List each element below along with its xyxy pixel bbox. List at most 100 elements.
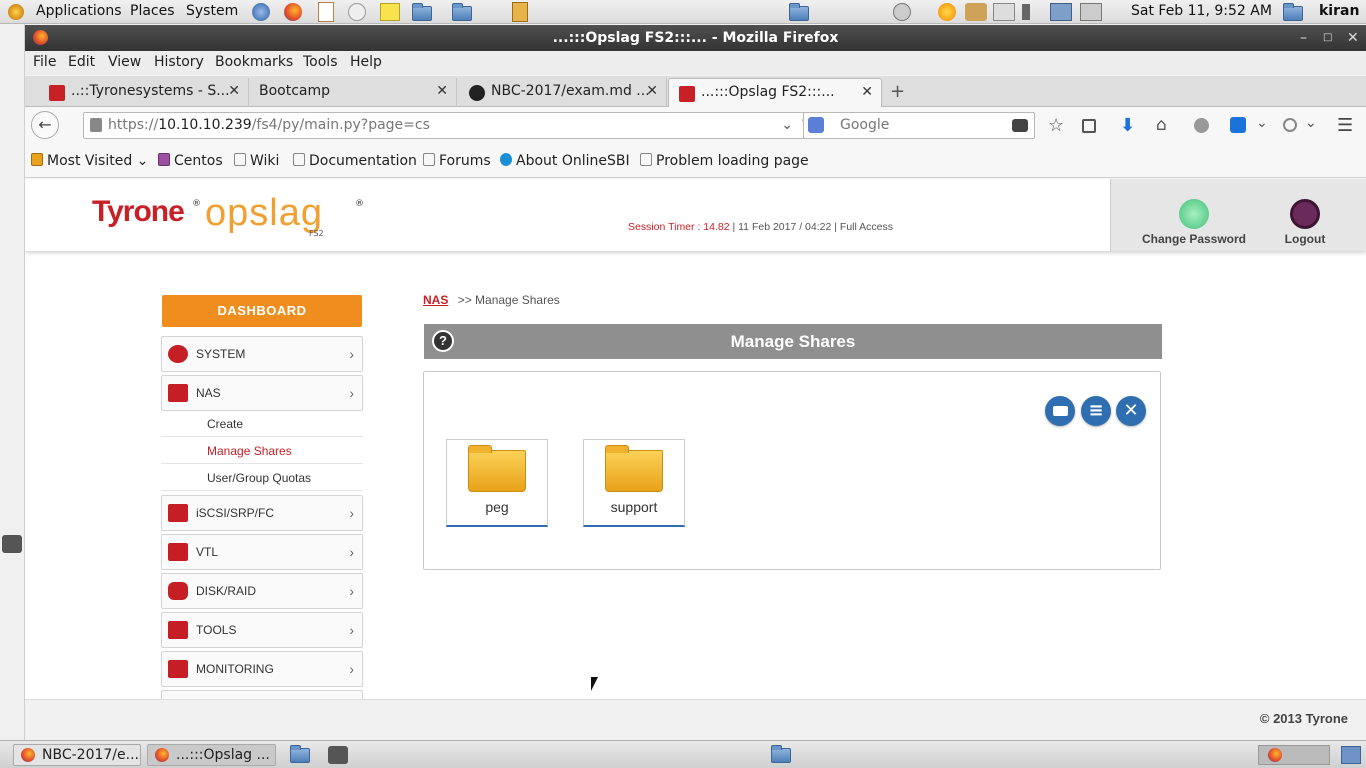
open-folder-button[interactable] — [1045, 396, 1075, 426]
tab-close-icon[interactable]: ✕ — [228, 78, 240, 104]
google-icon[interactable] — [808, 117, 824, 133]
info-icon[interactable] — [90, 118, 102, 132]
tab-opslag[interactable]: ...:::Opslag FS2:::... ✕ — [668, 78, 882, 107]
share-item[interactable]: support — [583, 439, 685, 527]
minimize-icon[interactable]: – — [1300, 25, 1307, 51]
search-input[interactable]: Google — [803, 112, 1035, 139]
bookmark-problem-loading[interactable]: Problem loading page — [640, 153, 809, 169]
tab-tyronesystems[interactable]: ..::Tyronesystems - S... ✕ — [25, 78, 249, 107]
delete-button[interactable]: ✕ — [1116, 396, 1146, 426]
clock-launcher-icon[interactable] — [348, 3, 366, 21]
change-password-button[interactable]: Change Password — [1139, 199, 1249, 246]
printer-icon[interactable] — [1080, 3, 1102, 21]
tab-close-icon[interactable]: ✕ — [861, 79, 873, 105]
clock-datetime[interactable]: Sat Feb 11, 9:52 AM — [1131, 3, 1272, 19]
folder-launcher-icon[interactable] — [412, 3, 432, 21]
bookmark-forums[interactable]: Forums — [423, 153, 491, 169]
help-icon[interactable]: ? — [432, 330, 454, 352]
nav-vtl[interactable]: VTL › — [161, 534, 363, 570]
folder-icon[interactable] — [290, 745, 310, 763]
sub-user-group-quotas[interactable]: User/Group Quotas — [161, 465, 363, 491]
sync-icon[interactable] — [1283, 118, 1297, 132]
chevron-right-icon: › — [349, 544, 354, 560]
browser-launcher-icon[interactable] — [252, 3, 270, 21]
database-icon — [168, 582, 188, 600]
archive-launcher-icon[interactable] — [512, 2, 528, 22]
dashboard-button[interactable]: DASHBOARD — [162, 295, 362, 327]
taskbar-window-github[interactable]: NBC-2017/e... — [13, 744, 141, 766]
folder-launcher-icon[interactable] — [452, 3, 472, 21]
bookmark-centos[interactable]: Centos — [158, 153, 223, 169]
firefox-icon — [1268, 748, 1282, 762]
menu-history[interactable]: History — [154, 54, 204, 70]
share-item[interactable]: peg — [446, 439, 548, 527]
addon-icon[interactable] — [1194, 118, 1209, 133]
back-button-icon[interactable]: ← — [31, 111, 59, 139]
nav-tools[interactable]: TOOLS › — [161, 612, 363, 648]
notes-launcher-icon[interactable] — [380, 3, 400, 21]
menu-bookmarks[interactable]: Bookmarks — [215, 54, 293, 70]
bookmark-most-visited[interactable]: Most Visited ⌄ — [31, 153, 148, 169]
taskbar-window-opslag[interactable]: ...:::Opslag ... — [147, 744, 276, 766]
hamburger-menu-icon[interactable]: ☰ — [1337, 115, 1353, 136]
url-bar[interactable]: https://10.10.10.239/fs4/py/main.py?page… — [83, 112, 818, 139]
weather-icon[interactable] — [938, 3, 956, 21]
window-titlebar[interactable]: ...:::Opslag FS2:::... - Mozilla Firefox… — [25, 25, 1366, 51]
bookmark-onlinesbi[interactable]: About OnlineSBI — [500, 153, 630, 169]
chart-icon — [168, 660, 188, 678]
menu-view[interactable]: View — [108, 54, 141, 70]
menu-help[interactable]: Help — [350, 54, 382, 70]
home-icon[interactable]: ⌂ — [1156, 115, 1167, 135]
film-reel-icon[interactable] — [2, 535, 22, 553]
maximize-icon[interactable]: □ — [1323, 25, 1332, 51]
network-tools-icon[interactable] — [965, 3, 987, 21]
lock-icon[interactable] — [993, 3, 1015, 21]
bookmark-wiki[interactable]: Wiki — [234, 153, 279, 169]
chevron-right-icon: › — [349, 346, 354, 362]
nav-iscsi[interactable]: iSCSI/SRP/FC › — [161, 495, 363, 531]
places-menu[interactable]: Places — [130, 3, 175, 19]
dropdown-icon[interactable]: ⌄ — [781, 113, 793, 138]
applications-menu[interactable]: Applications — [36, 3, 122, 19]
nav-nas[interactable]: NAS › — [161, 375, 363, 411]
nav-more[interactable] — [161, 690, 363, 699]
reader-list-icon[interactable] — [1082, 119, 1096, 133]
logo-product: opslag — [205, 192, 323, 234]
logout-button[interactable]: Logout — [1281, 199, 1329, 246]
binoculars-icon[interactable] — [1012, 119, 1028, 132]
breadcrumb-nas-link[interactable]: NAS — [423, 293, 448, 307]
tab-close-icon[interactable]: ✕ — [436, 78, 448, 104]
tab-bootcamp[interactable]: Bootcamp ✕ — [249, 78, 457, 107]
new-tab-icon[interactable]: + — [890, 81, 905, 102]
film-reel-icon[interactable] — [328, 746, 348, 764]
nav-system[interactable]: SYSTEM › — [161, 336, 363, 372]
folder-icon[interactable] — [789, 3, 809, 21]
username[interactable]: kiran — [1319, 3, 1359, 19]
taskbar-label: NBC-2017/e... — [42, 747, 139, 763]
list-view-button[interactable]: ≡ — [1081, 396, 1111, 426]
chevron-down-icon[interactable]: ⌄ — [1305, 115, 1317, 131]
bookmark-star-icon[interactable]: ☆ — [1048, 115, 1064, 136]
system-menu[interactable]: System — [186, 3, 238, 19]
sub-manage-shares[interactable]: Manage Shares — [161, 438, 363, 464]
chevron-down-icon[interactable]: ⌄ — [1256, 115, 1268, 131]
tab-close-icon[interactable]: ✕ — [646, 78, 658, 104]
bookmark-documentation[interactable]: Documentation — [293, 153, 417, 169]
menu-tools[interactable]: Tools — [303, 54, 338, 70]
power-icon[interactable] — [893, 3, 911, 21]
document-launcher-icon[interactable] — [318, 2, 334, 22]
network-icon[interactable] — [1050, 3, 1072, 21]
tab-github[interactable]: NBC-2017/exam.md ... ✕ — [457, 78, 667, 107]
download-status-icon[interactable] — [1230, 117, 1246, 133]
volume-icon[interactable] — [1022, 4, 1042, 20]
nav-disk-raid[interactable]: DISK/RAID › — [161, 573, 363, 609]
sub-create[interactable]: Create — [161, 411, 363, 437]
download-icon[interactable]: ⬇ — [1120, 115, 1135, 136]
folder-icon[interactable] — [771, 745, 791, 763]
nav-monitoring[interactable]: MONITORING › — [161, 651, 363, 687]
show-desktop-icon[interactable] — [1341, 746, 1361, 764]
firefox-launcher-icon[interactable] — [284, 3, 302, 21]
close-icon[interactable]: ✕ — [1347, 25, 1359, 51]
menu-edit[interactable]: Edit — [68, 54, 95, 70]
menu-file[interactable]: File — [33, 54, 56, 70]
